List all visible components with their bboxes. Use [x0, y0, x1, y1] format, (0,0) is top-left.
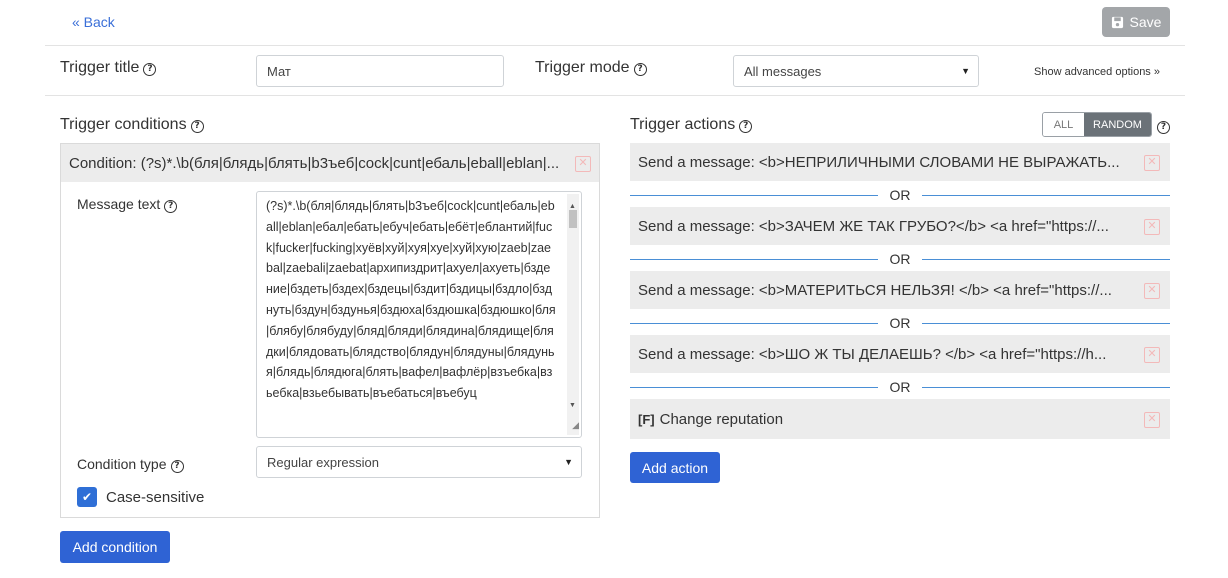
help-icon[interactable]: ? — [164, 200, 178, 213]
condition-type-label: Condition type? — [77, 456, 184, 473]
action-row[interactable]: Send a message: <b>ЗАЧЕМ ЖЕ ТАК ГРУБО?</… — [630, 207, 1170, 245]
message-text-label: Message text? — [77, 196, 178, 213]
case-sensitive-label: Case-sensitive — [106, 489, 205, 506]
trigger-mode-value: All messages — [744, 63, 822, 79]
condition-type-value: Regular expression — [267, 454, 380, 470]
or-label: OR — [878, 379, 922, 395]
reputation-label: Change reputation — [659, 410, 784, 428]
trigger-conditions-text: Trigger conditions — [60, 116, 187, 133]
checkmark-icon: ✔ — [81, 490, 93, 504]
help-icon[interactable]: ? — [739, 120, 753, 133]
divider — [45, 45, 1185, 46]
help-icon[interactable]: ? — [1157, 121, 1170, 134]
or-label: OR — [878, 187, 922, 203]
help-icon[interactable]: ? — [170, 460, 184, 473]
message-text-value: (?s)*.\b(бля|блядь|блять|b3ъeб|cock|cunt… — [266, 199, 556, 401]
action-row-reputation[interactable]: [F] Change reputation — [630, 399, 1170, 439]
trigger-conditions-label: Trigger conditions? — [60, 116, 204, 134]
resize-handle-icon[interactable]: ◢ — [572, 415, 579, 436]
divider — [45, 95, 1185, 96]
case-sensitive-checkbox[interactable]: ✔ — [77, 487, 97, 507]
trigger-actions-label: Trigger actions? — [630, 116, 753, 134]
help-icon[interactable]: ? — [633, 63, 647, 76]
action-summary: Send a message: <b>НЕПРИЛИЧНЫМИ СЛОВАМИ … — [638, 153, 1120, 171]
action-row[interactable]: Send a message: <b>ШО Ж ТЫ ДЕЛАЕШЬ? </b>… — [630, 335, 1170, 373]
action-summary: Send a message: <b>МАТЕРИТЬСЯ НЕЛЬЗЯ! </… — [638, 281, 1112, 299]
action-summary: Send a message: <b>ШО Ж ТЫ ДЕЛАЕШЬ? </b>… — [638, 345, 1107, 363]
toggle-all-button[interactable]: ALL — [1043, 113, 1084, 136]
textarea-scrollbar[interactable]: ▲ ▼ — [567, 194, 579, 435]
delete-action-icon[interactable]: ✕ — [1144, 283, 1160, 299]
or-label: OR — [878, 251, 922, 267]
delete-action-icon[interactable]: ✕ — [1144, 412, 1160, 428]
add-condition-button[interactable]: Add condition — [60, 531, 170, 563]
scroll-down-icon[interactable]: ▼ — [569, 396, 576, 417]
condition-summary: Condition: (?s)*.\b(бля|блядь|блять|b3ъe… — [69, 154, 560, 172]
trigger-title-label: Trigger title? — [60, 59, 157, 77]
delete-action-icon[interactable]: ✕ — [1144, 219, 1160, 235]
scrollbar-thumb[interactable] — [569, 210, 577, 228]
trigger-actions-text: Trigger actions — [630, 116, 736, 133]
trigger-title-input[interactable]: Мат — [256, 55, 504, 87]
trigger-title-text: Trigger title — [60, 59, 140, 76]
trigger-mode-select[interactable]: All messages ▼ — [733, 55, 979, 87]
action-mode-toggle: ALL RANDOM — [1042, 112, 1152, 137]
back-link[interactable]: « Back — [72, 14, 115, 30]
trigger-title-value: Мат — [267, 63, 291, 79]
action-row[interactable]: Send a message: <b>МАТЕРИТЬСЯ НЕЛЬЗЯ! </… — [630, 271, 1170, 309]
message-text-label-text: Message text — [77, 196, 161, 212]
reputation-prefix: [F] — [638, 411, 655, 427]
chevron-down-icon: ▼ — [961, 66, 970, 76]
condition-type-label-text: Condition type — [77, 456, 167, 472]
delete-action-icon[interactable]: ✕ — [1144, 347, 1160, 363]
toggle-random-button[interactable]: RANDOM — [1084, 113, 1151, 136]
trigger-mode-text: Trigger mode — [535, 59, 630, 76]
delete-condition-icon[interactable]: ✕ — [575, 156, 591, 172]
floppy-disk-icon — [1111, 16, 1123, 28]
or-label: OR — [878, 315, 922, 331]
chevron-down-icon: ▼ — [564, 457, 573, 467]
action-row[interactable]: Send a message: <b>НЕПРИЛИЧНЫМИ СЛОВАМИ … — [630, 143, 1170, 181]
trigger-mode-label: Trigger mode? — [535, 59, 647, 77]
condition-header[interactable]: Condition: (?s)*.\b(бля|блядь|блять|b3ъe… — [61, 144, 599, 182]
delete-action-icon[interactable]: ✕ — [1144, 155, 1160, 171]
action-summary: Send a message: <b>ЗАЧЕМ ЖЕ ТАК ГРУБО?</… — [638, 217, 1109, 235]
help-icon[interactable]: ? — [190, 120, 204, 133]
save-button[interactable]: Save — [1102, 7, 1170, 37]
help-icon[interactable]: ? — [143, 63, 157, 76]
condition-type-select[interactable]: Regular expression ▼ — [256, 446, 582, 478]
message-text-textarea[interactable]: (?s)*.\b(бля|блядь|блять|b3ъeб|cock|cunt… — [256, 191, 582, 438]
action-mode-help: ? — [1157, 117, 1170, 134]
save-button-label: Save — [1129, 14, 1162, 30]
show-advanced-options-link[interactable]: Show advanced options » — [1034, 66, 1160, 78]
add-action-button[interactable]: Add action — [630, 452, 720, 483]
